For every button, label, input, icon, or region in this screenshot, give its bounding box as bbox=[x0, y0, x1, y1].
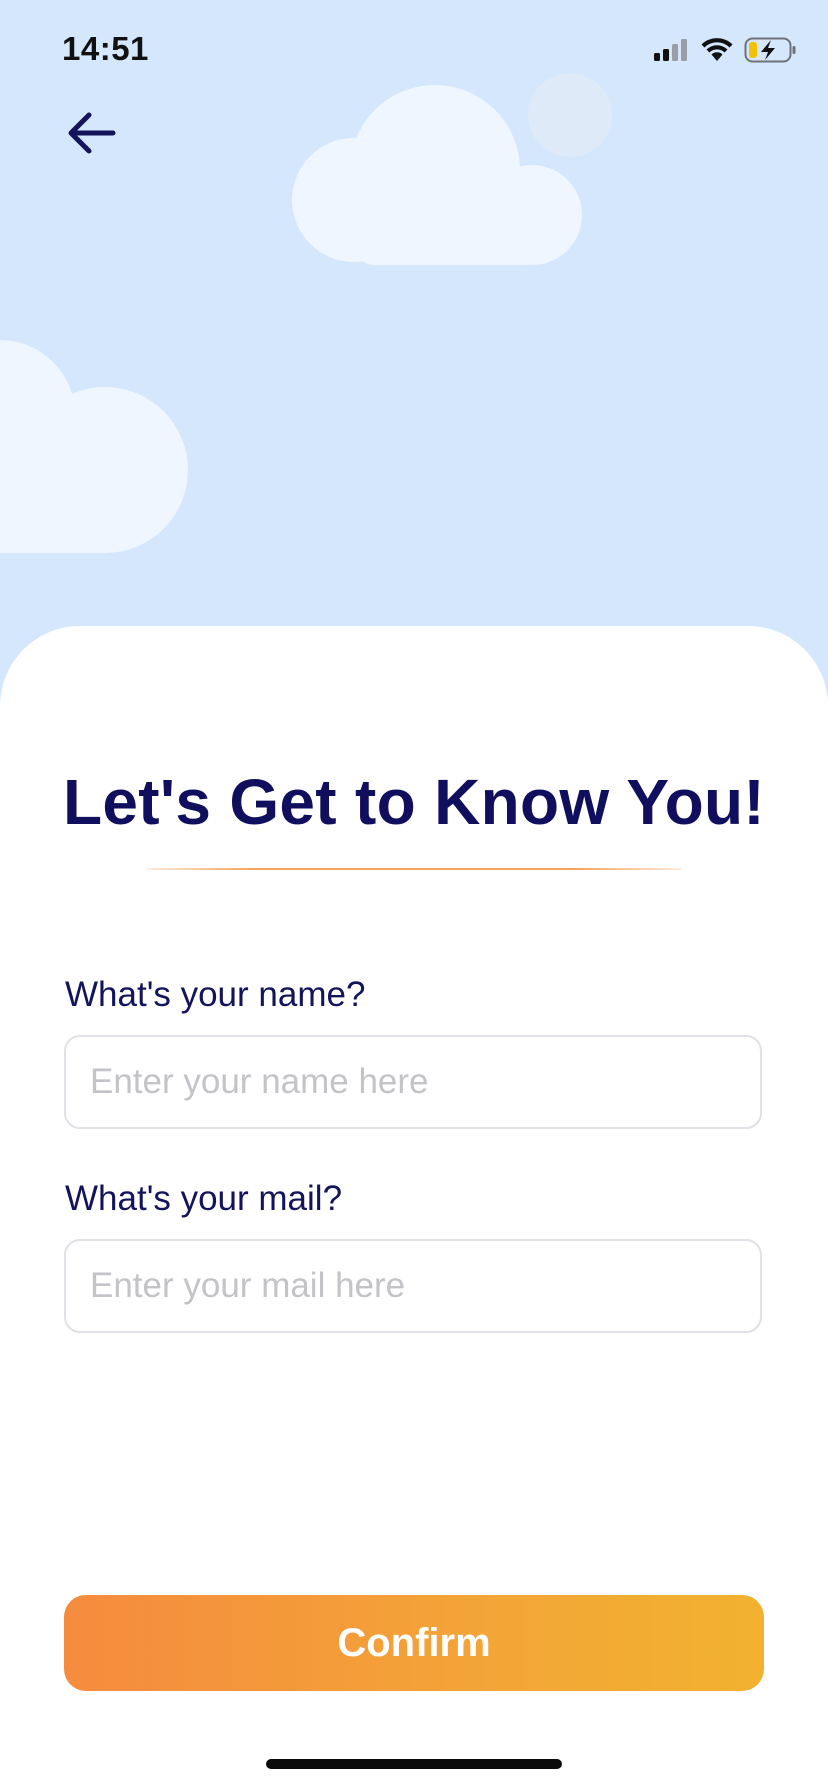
title-underline bbox=[147, 868, 681, 870]
name-label: What's your name? bbox=[65, 975, 366, 1014]
name-input[interactable] bbox=[64, 1035, 762, 1129]
status-time: 14:51 bbox=[62, 30, 149, 67]
upper-cloud bbox=[292, 85, 582, 265]
home-indicator[interactable] bbox=[266, 1759, 562, 1769]
status-icons bbox=[652, 34, 798, 66]
page-title: Let's Get to Know You! bbox=[62, 766, 766, 838]
left-cloud bbox=[0, 340, 188, 553]
mail-input[interactable] bbox=[64, 1239, 762, 1333]
battery-charging-icon bbox=[744, 37, 796, 63]
cellular-signal-icon bbox=[654, 39, 687, 61]
arrow-left-icon bbox=[68, 112, 116, 154]
wifi-icon bbox=[701, 38, 733, 61]
back-button[interactable] bbox=[60, 105, 122, 161]
mail-label: What's your mail? bbox=[65, 1179, 343, 1218]
status-bar: 14:51 bbox=[0, 0, 828, 100]
confirm-button[interactable]: Confirm bbox=[64, 1595, 764, 1691]
